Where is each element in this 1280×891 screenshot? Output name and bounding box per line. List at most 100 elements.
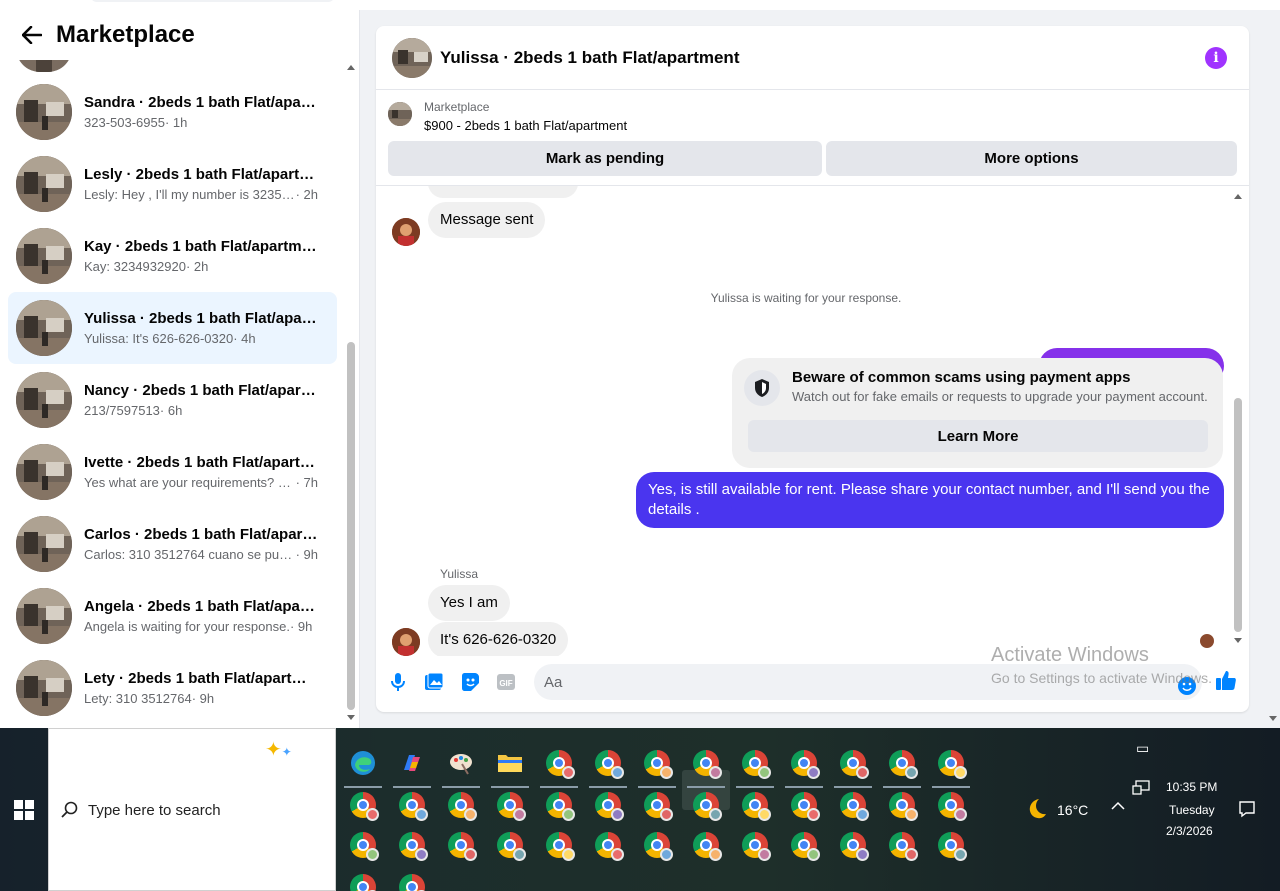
chrome-icon[interactable]	[544, 790, 575, 821]
file-explorer-icon[interactable]	[495, 748, 525, 778]
meet-now-icon[interactable]: ▭	[1136, 740, 1149, 757]
chrome-icon[interactable]	[348, 872, 379, 891]
chrome-icon[interactable]	[642, 790, 673, 821]
chrome-icon[interactable]	[789, 830, 820, 861]
listing-avatar[interactable]	[392, 37, 432, 78]
chrome-icon[interactable]	[936, 830, 967, 861]
chrome-icon[interactable]	[495, 830, 526, 861]
weather-moon-icon[interactable]	[1024, 797, 1048, 826]
scroll-down-arrow-icon[interactable]	[1234, 638, 1242, 643]
more-options-button[interactable]: More options	[826, 141, 1237, 176]
chrome-icon[interactable]	[593, 748, 624, 779]
chrome-icon[interactable]	[789, 790, 820, 821]
sticker-icon[interactable]	[458, 670, 482, 694]
chrome-icon[interactable]	[789, 748, 820, 779]
chrome-icon[interactable]	[740, 830, 771, 861]
listing-thumbnail[interactable]	[388, 102, 412, 126]
chrome-icon[interactable]	[593, 830, 624, 861]
chrome-icon[interactable]	[691, 830, 722, 861]
chrome-icon[interactable]	[593, 790, 624, 821]
chrome-icon[interactable]	[740, 748, 771, 779]
top-search-bar[interactable]	[90, 0, 335, 2]
conversation-item[interactable]: Lesly · 2beds 1 bath Flat/apartm... Lesly…	[8, 148, 337, 220]
windows-start-icon[interactable]	[14, 800, 34, 820]
conversation-item[interactable]: Angela · 2beds 1 bath Flat/apart... Angel…	[8, 580, 337, 652]
taskbar-search[interactable]: Type here to search ✦✦	[48, 728, 336, 891]
chrome-icon[interactable]	[642, 830, 673, 861]
chrome-icon[interactable]	[887, 748, 918, 779]
edge-icon[interactable]	[348, 748, 378, 778]
weather-temperature[interactable]: 16°C	[1057, 802, 1088, 818]
conversation-item[interactable]: Sandra · 2beds 1 bath Flat/apart... 323-5…	[8, 76, 337, 148]
message-input[interactable]	[534, 664, 1202, 700]
conversation-item[interactable]: Kay · 2beds 1 bath Flat/apartment Kay: 32…	[8, 220, 337, 292]
conversation-snippet: 323-503-6955	[84, 114, 165, 130]
chrome-icon[interactable]	[936, 790, 967, 821]
scrollbar-thumb[interactable]	[347, 342, 355, 710]
conversation-time: · 1h	[164, 114, 188, 130]
chrome-icon[interactable]	[348, 790, 379, 821]
message-composer: GIF	[376, 656, 1249, 712]
search-icon	[61, 801, 79, 824]
chrome-icon[interactable]	[397, 830, 428, 861]
scroll-down-arrow-icon[interactable]	[347, 715, 355, 720]
sender-avatar[interactable]	[392, 218, 420, 246]
scrollbar-thumb[interactable]	[1234, 398, 1242, 632]
chrome-icon[interactable]	[348, 830, 379, 861]
conversation-item[interactable]: Lety · 2beds 1 bath Flat/apartment Lety: …	[8, 652, 337, 724]
conversation-title: Lety · 2beds 1 bath Flat/apartment	[84, 669, 318, 687]
listing-price[interactable]: $900 - 2beds 1 bath Flat/apartment	[424, 118, 627, 133]
scroll-down-arrow-icon[interactable]	[1269, 716, 1277, 721]
info-icon[interactable]: i	[1205, 47, 1227, 69]
chrome-icon[interactable]	[446, 790, 477, 821]
sidebar-scrollbar[interactable]	[344, 60, 358, 728]
sender-name: Yulissa	[440, 567, 479, 581]
paint-icon[interactable]	[446, 748, 476, 778]
chrome-icon[interactable]	[642, 748, 673, 779]
messages-scrollbar[interactable]	[1231, 192, 1245, 648]
chrome-icon[interactable]	[838, 748, 869, 779]
chrome-icon[interactable]	[887, 830, 918, 861]
chevron-up-icon[interactable]	[1111, 798, 1125, 814]
message-bubble-incoming[interactable]: Message sent	[428, 202, 546, 238]
chrome-icon[interactable]	[691, 748, 722, 779]
emoji-icon[interactable]	[1175, 674, 1199, 698]
scroll-up-arrow-icon[interactable]	[1234, 194, 1242, 199]
chrome-icon[interactable]	[397, 872, 428, 891]
chrome-icon[interactable]	[691, 790, 722, 821]
notification-icon[interactable]	[1238, 800, 1256, 823]
message-bubble-incoming[interactable]: It's 626-626-0320	[428, 622, 569, 656]
photo-icon[interactable]	[422, 670, 446, 694]
message-bubble-incoming[interactable]: Yes I am	[428, 585, 510, 621]
sender-avatar[interactable]	[392, 628, 420, 656]
learn-more-button[interactable]: Learn More	[748, 420, 1208, 452]
scroll-up-arrow-icon[interactable]	[347, 65, 355, 70]
back-arrow-icon[interactable]	[20, 23, 44, 47]
microphone-icon[interactable]	[386, 670, 410, 694]
mark-as-pending-button[interactable]: Mark as pending	[388, 141, 822, 176]
clock-time[interactable]: 10:35 PM	[1166, 780, 1217, 794]
conversation-item[interactable]: Ivette · 2beds 1 bath Flat/apartm... Yes …	[8, 436, 337, 508]
copilot-icon[interactable]	[397, 748, 427, 778]
chrome-icon[interactable]	[838, 830, 869, 861]
chrome-icon[interactable]	[544, 748, 575, 779]
conversation-item[interactable]: Nancy · 2beds 1 bath Flat/apart... 213/75…	[8, 364, 337, 436]
clock-day[interactable]: Tuesday	[1169, 803, 1215, 817]
conversation-item[interactable]: Carlos · 2beds 1 bath Flat/apart... Carlo…	[8, 508, 337, 580]
chrome-icon[interactable]	[936, 748, 967, 779]
chrome-icon[interactable]	[838, 790, 869, 821]
message-bubble-outgoing[interactable]: Yes, is still available for rent. Please…	[636, 472, 1224, 528]
chrome-icon[interactable]	[495, 790, 526, 821]
conversation-item[interactable]: Yulissa · 2beds 1 bath Flat/apart... Yuli…	[8, 292, 337, 364]
chrome-icon[interactable]	[446, 830, 477, 861]
network-icon[interactable]	[1132, 780, 1150, 801]
clock-date[interactable]: 2/3/2026	[1166, 824, 1213, 838]
conversation-title: Angela · 2beds 1 bath Flat/apart...	[84, 597, 318, 615]
page-scrollbar[interactable]	[1266, 712, 1280, 726]
thumbs-up-icon[interactable]	[1214, 668, 1238, 692]
chrome-icon[interactable]	[397, 790, 428, 821]
chrome-icon[interactable]	[887, 790, 918, 821]
chrome-icon[interactable]	[740, 790, 771, 821]
gif-icon[interactable]: GIF	[494, 670, 518, 694]
chrome-icon[interactable]	[544, 830, 575, 861]
